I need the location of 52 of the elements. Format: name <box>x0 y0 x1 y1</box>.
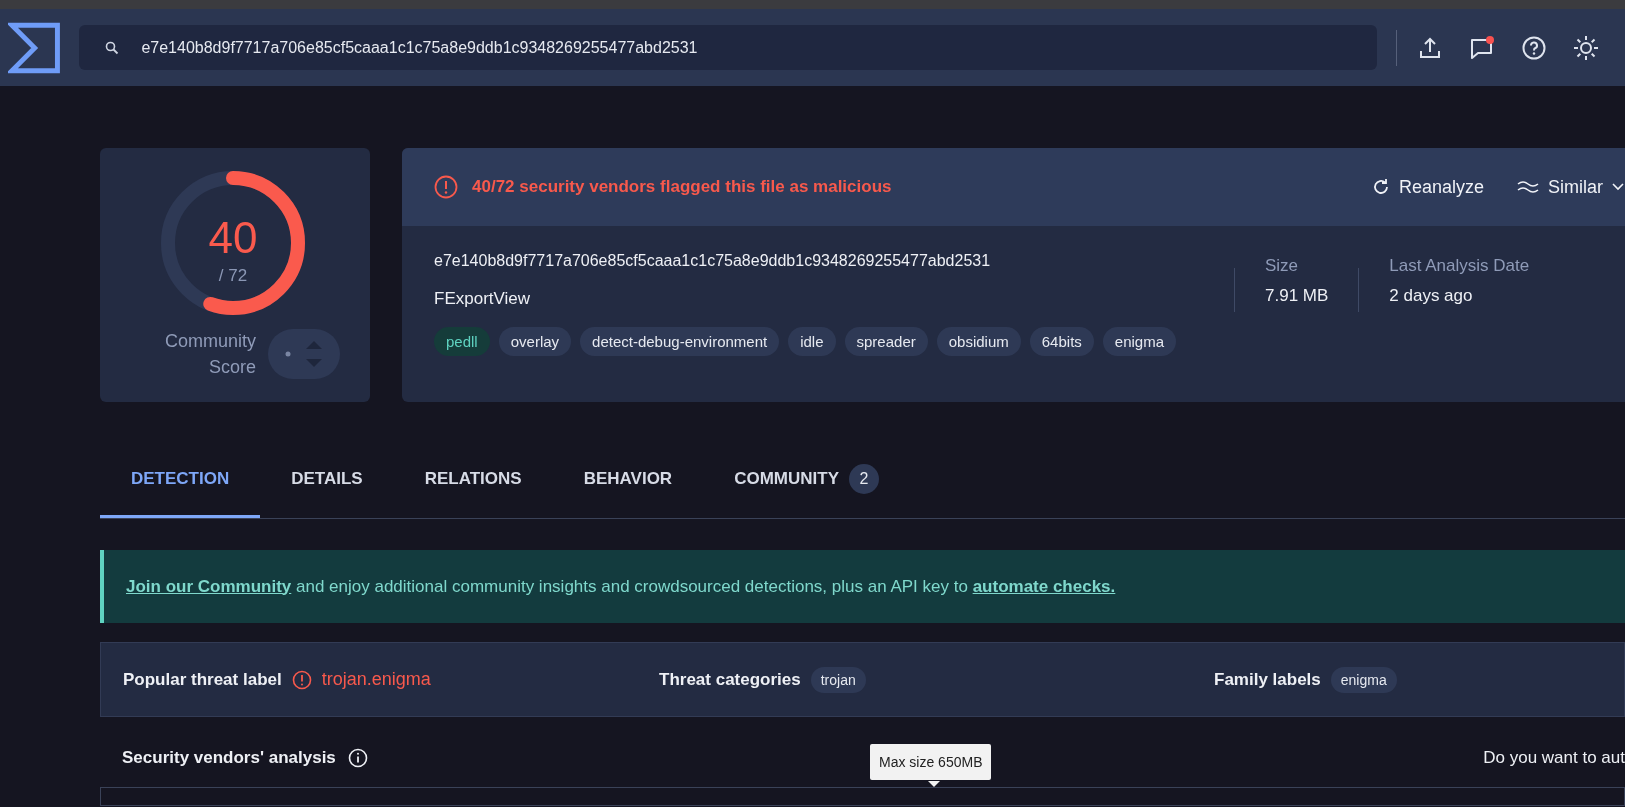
tab[interactable]: BEHAVIOR <box>552 444 704 518</box>
file-tag[interactable]: enigma <box>1102 327 1176 356</box>
category-tag[interactable]: trojan <box>810 666 866 693</box>
reanalyze-button[interactable]: Reanalyze <box>1370 176 1484 198</box>
file-tag[interactable]: obsidium <box>936 327 1021 356</box>
file-hash: e7e140b8d9f7717a706e85cf5caaa1c1c75a8e9ddb1c9348269255477abd2531 <box>434 252 992 270</box>
file-tag[interactable]: 64bits <box>1029 327 1094 356</box>
file-tag[interactable]: pedll <box>434 327 490 356</box>
tab[interactable]: DETECTION <box>100 444 261 518</box>
family-tag[interactable]: enigma <box>1330 666 1397 693</box>
stat-label: Size <box>1265 256 1300 276</box>
threat-label-value: trojan.enigma <box>321 669 431 690</box>
search-icon <box>105 40 120 55</box>
help-icon[interactable] <box>1521 34 1547 61</box>
file-tag[interactable]: overlay <box>498 327 572 356</box>
file-name: FExportView <box>434 289 532 309</box>
tab[interactable]: DETAILS <box>260 444 394 518</box>
alert-icon <box>291 669 312 690</box>
theme-sun-icon[interactable] <box>1573 34 1599 61</box>
prompt-text: Do you want to aut <box>1483 748 1625 768</box>
community-score-label: Community Score <box>163 330 256 379</box>
search-field[interactable]: e7e140b8d9f7717a706e85cf5caaa1c1c75a8e9ddb1c9348269255477abd2531 <box>141 38 1342 57</box>
info-icon[interactable] <box>347 748 368 768</box>
family-labels-label: Family labels <box>1214 669 1321 690</box>
section-title: Security vendors' analysis <box>122 748 336 768</box>
promo-text: Join our Community and enjoy additional community insights and crowdsourced detections, plus an API key to automate checks. <box>126 576 1116 597</box>
alert-message: 40/72 security vendors flagged this file as malicious <box>472 177 893 197</box>
file-tag[interactable]: detect-debug-environment <box>580 327 780 356</box>
chat-icon[interactable] <box>1469 34 1495 61</box>
popular-threat-label: Popular threat label <box>123 669 282 690</box>
search-bar[interactable]: e7e140b8d9f7717a706e85cf5caaa1c1c75a8e9ddb1c9348269255477abd2531 <box>79 25 1377 70</box>
similar-button[interactable]: Similar <box>1516 176 1625 198</box>
tab[interactable]: COMMUNITY 2 <box>703 444 910 518</box>
threat-categories-label: Threat categories <box>659 669 801 690</box>
stat-value: 7.91 MB <box>1265 286 1329 306</box>
link[interactable]: automate checks. <box>972 576 1116 596</box>
tooltip-pointer-icon <box>928 781 940 787</box>
alert-icon <box>434 175 458 199</box>
score-dot-icon <box>285 351 291 357</box>
stat-value: 2 days ago <box>1389 286 1474 306</box>
caret-icon <box>1611 182 1625 192</box>
count-badge: 2 <box>849 464 879 494</box>
total-vendors: / 72 <box>218 266 248 285</box>
file-tag[interactable]: spreader <box>844 327 928 356</box>
file-tag[interactable]: idle <box>788 327 836 356</box>
link[interactable]: Join our Community <box>126 576 292 596</box>
tab[interactable]: RELATIONS <box>393 444 553 518</box>
wave-icon <box>1516 179 1540 195</box>
detection-count: 40 <box>208 213 258 262</box>
stat-label: Last Analysis Date <box>1389 256 1530 276</box>
logo-icon[interactable] <box>8 20 62 75</box>
tooltip: Max size 650MB <box>870 744 992 780</box>
